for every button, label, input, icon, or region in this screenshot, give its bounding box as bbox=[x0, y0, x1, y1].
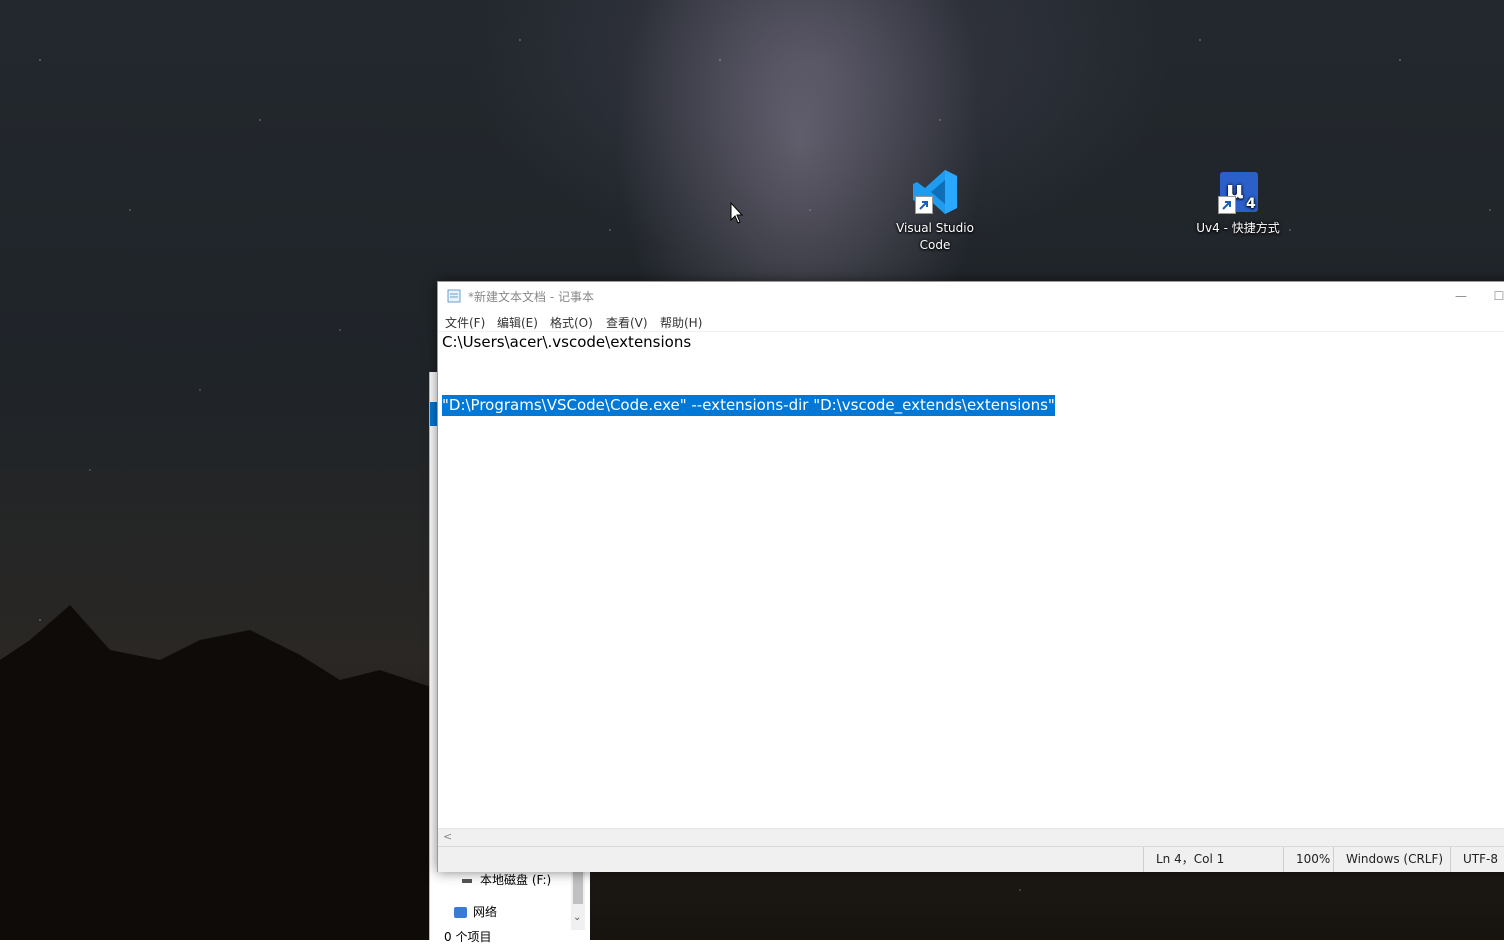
editor-line-selected: "D:\Programs\VSCode\Code.exe" --extensio… bbox=[442, 395, 1055, 416]
status-bar: Ln 4，Col 1 100% Windows (CRLF) UTF-8 bbox=[438, 846, 1504, 872]
drive-icon bbox=[462, 878, 472, 883]
menu-file[interactable]: 文件(F) bbox=[445, 314, 485, 331]
notepad-app-icon bbox=[447, 289, 461, 303]
shortcut-arrow-icon bbox=[1218, 196, 1236, 214]
minimize-button[interactable]: — bbox=[1438, 282, 1484, 311]
status-cursor-position: Ln 4，Col 1 bbox=[1143, 847, 1282, 872]
scroll-down-arrow-icon[interactable]: ⌄ bbox=[573, 912, 581, 923]
desktop-icon-label: Visual Studio Code bbox=[896, 221, 974, 252]
status-encoding: UTF-8 bbox=[1450, 847, 1504, 872]
maximize-button[interactable]: ☐ bbox=[1484, 282, 1504, 311]
menu-edit[interactable]: 编辑(E) bbox=[497, 314, 538, 331]
menu-bar: 文件(F) 编辑(E) 格式(O) 查看(V) 帮助(H) bbox=[438, 311, 1504, 332]
desktop-icon-label: Uv4 - 快捷方式 bbox=[1196, 221, 1280, 235]
vscode-icon bbox=[911, 168, 959, 216]
nav-item-network[interactable]: 网络 bbox=[454, 903, 497, 920]
desktop-icon-uv4[interactable]: μ 4 Uv4 - 快捷方式 bbox=[1193, 168, 1283, 237]
item-count: 0 个项目 bbox=[444, 930, 492, 944]
editor-line: C:\Users\acer\.vscode\extensions bbox=[442, 333, 692, 351]
status-line-ending: Windows (CRLF) bbox=[1333, 847, 1446, 872]
shortcut-arrow-icon bbox=[915, 196, 933, 214]
scrollbar-thumb[interactable] bbox=[573, 872, 583, 904]
mountain-silhouette bbox=[0, 605, 440, 940]
explorer-scrollbar[interactable]: ⌄ bbox=[571, 872, 585, 930]
network-icon bbox=[454, 907, 467, 918]
notepad-window: *新建文本文档 - 记事本 — ☐ 文件(F) 编辑(E) 格式(O) 查看(V… bbox=[437, 281, 1504, 872]
keil-uv4-icon: μ 4 bbox=[1214, 168, 1262, 216]
menu-view[interactable]: 查看(V) bbox=[606, 314, 648, 331]
horizontal-scrollbar[interactable]: < bbox=[438, 828, 1504, 846]
scroll-left-arrow-icon[interactable]: < bbox=[443, 830, 452, 843]
nav-item-drive-f[interactable]: 本地磁盘 (F:) bbox=[462, 871, 551, 888]
svg-text:4: 4 bbox=[1246, 196, 1256, 212]
window-title: *新建文本文档 - 记事本 bbox=[468, 290, 594, 304]
title-bar[interactable]: *新建文本文档 - 记事本 — ☐ bbox=[438, 282, 1504, 311]
status-zoom: 100% bbox=[1283, 847, 1334, 872]
menu-help[interactable]: 帮助(H) bbox=[660, 314, 702, 331]
text-editor[interactable]: C:\Users\acer\.vscode\extensions "D:\Pro… bbox=[438, 332, 1504, 828]
mouse-cursor-icon bbox=[730, 202, 744, 224]
menu-format[interactable]: 格式(O) bbox=[550, 314, 593, 331]
desktop-icon-vscode[interactable]: Visual Studio Code bbox=[890, 168, 980, 254]
